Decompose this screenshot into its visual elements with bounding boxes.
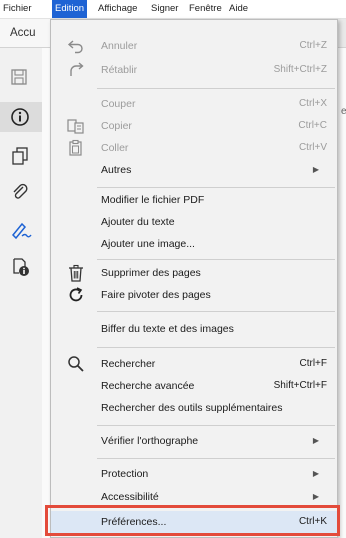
menu-separator [97, 425, 335, 426]
menu-separator [97, 311, 335, 312]
rotate-icon [67, 286, 85, 304]
menu-item-rechercher-outils-label: Rechercher des outils supplémentaires [101, 402, 283, 414]
menu-item-ajouter-texte-label: Ajouter du texte [101, 216, 175, 228]
tab-accueil[interactable]: Accu [0, 19, 53, 47]
menu-item-pivoter-pages[interactable]: Faire pivoter des pages [51, 284, 337, 306]
pages-icon[interactable] [10, 146, 30, 166]
save-icon[interactable] [10, 68, 30, 88]
menu-item-coller-shortcut: Ctrl+V [298, 142, 327, 153]
preferences-highlight-box [45, 505, 340, 536]
menu-item-rechercher-shortcut: Ctrl+F [299, 358, 328, 369]
trash-icon [67, 264, 85, 282]
menu-item-autres[interactable]: Autres ▶ [51, 159, 337, 181]
info-icon[interactable] [10, 107, 30, 127]
menu-separator [97, 88, 335, 89]
menu-item-rechercher-outils[interactable]: Rechercher des outils supplémentaires [51, 397, 337, 419]
menu-item-ajouter-texte[interactable]: Ajouter du texte [51, 211, 337, 233]
menu-item-supprimer-pages-label: Supprimer des pages [101, 267, 201, 279]
menu-item-biffer-label: Biffer du texte et des images [101, 323, 234, 335]
menu-signer[interactable]: Signer [148, 0, 181, 18]
edition-dropdown-menu: Annuler Ctrl+Z Rétablir Shift+Ctrl+Z Cou… [50, 19, 338, 538]
menu-item-couper-shortcut: Ctrl+X [298, 98, 327, 109]
submenu-arrow-icon: ▶ [312, 436, 319, 445]
document-info-icon[interactable] [10, 257, 30, 277]
redo-icon [67, 61, 85, 79]
menu-item-modifier-pdf[interactable]: Modifier le fichier PDF [51, 189, 337, 211]
menu-item-ajouter-image-label: Ajouter une image... [101, 238, 195, 250]
menu-item-autres-label: Autres [101, 164, 132, 176]
menu-item-rechercher-label: Rechercher [101, 358, 156, 370]
menu-item-rechercher[interactable]: Rechercher Ctrl+F [51, 353, 337, 375]
menu-item-recherche-avancee-label: Recherche avancée [101, 380, 195, 392]
search-icon [67, 355, 85, 373]
undo-icon [67, 37, 85, 55]
menu-item-supprimer-pages[interactable]: Supprimer des pages [51, 262, 337, 284]
menu-item-protection-label: Protection [101, 468, 149, 480]
menu-aide[interactable]: Aide [226, 0, 251, 18]
menu-item-orthographe[interactable]: Vérifier l'orthographe ▶ [51, 430, 337, 452]
submenu-arrow-icon: ▶ [312, 165, 319, 174]
menu-item-retablir-label: Rétablir [101, 64, 138, 76]
menu-separator [97, 347, 335, 348]
submenu-arrow-icon: ▶ [312, 469, 319, 478]
menu-bar: Fichier Edition Affichage Signer Fenêtre… [0, 0, 346, 19]
menu-fichier[interactable]: Fichier [0, 0, 35, 18]
menu-item-protection[interactable]: Protection ▶ [51, 463, 337, 485]
sign-pen-icon[interactable] [10, 220, 32, 240]
attachment-icon[interactable] [10, 182, 30, 202]
menu-item-orthographe-label: Vérifier l'orthographe [101, 435, 199, 447]
menu-item-annuler-shortcut: Ctrl+Z [299, 40, 328, 51]
menu-item-pivoter-pages-label: Faire pivoter des pages [101, 289, 211, 301]
background-text: e [341, 106, 346, 117]
menu-item-recherche-avancee-shortcut: Shift+Ctrl+F [273, 380, 327, 391]
menu-fenetre[interactable]: Fenêtre [186, 0, 225, 18]
menu-edition[interactable]: Edition [52, 0, 88, 18]
menu-separator [97, 259, 335, 260]
paste-icon [67, 139, 85, 157]
menu-item-copier-label: Copier [101, 120, 132, 132]
menu-item-annuler[interactable]: Annuler Ctrl+Z [51, 35, 337, 57]
menu-affichage[interactable]: Affichage [95, 0, 140, 18]
menu-item-copier-shortcut: Ctrl+C [298, 120, 327, 131]
menu-item-coller[interactable]: Coller Ctrl+V [51, 137, 337, 159]
menu-item-biffer[interactable]: Biffer du texte et des images [51, 318, 337, 340]
menu-item-ajouter-image[interactable]: Ajouter une image... [51, 233, 337, 255]
menu-item-retablir[interactable]: Rétablir Shift+Ctrl+Z [51, 59, 337, 81]
menu-item-modifier-pdf-label: Modifier le fichier PDF [101, 194, 205, 206]
menu-item-annuler-label: Annuler [101, 40, 138, 52]
menu-item-couper[interactable]: Couper Ctrl+X [51, 93, 337, 115]
menu-separator [97, 187, 335, 188]
tool-sidebar [0, 48, 43, 538]
menu-item-couper-label: Couper [101, 98, 136, 110]
copy-icon [67, 117, 85, 135]
menu-item-recherche-avancee[interactable]: Recherche avancée Shift+Ctrl+F [51, 375, 337, 397]
menu-separator [97, 458, 335, 459]
menu-item-copier[interactable]: Copier Ctrl+C [51, 115, 337, 137]
menu-item-retablir-shortcut: Shift+Ctrl+Z [273, 64, 327, 75]
menu-item-coller-label: Coller [101, 142, 129, 154]
